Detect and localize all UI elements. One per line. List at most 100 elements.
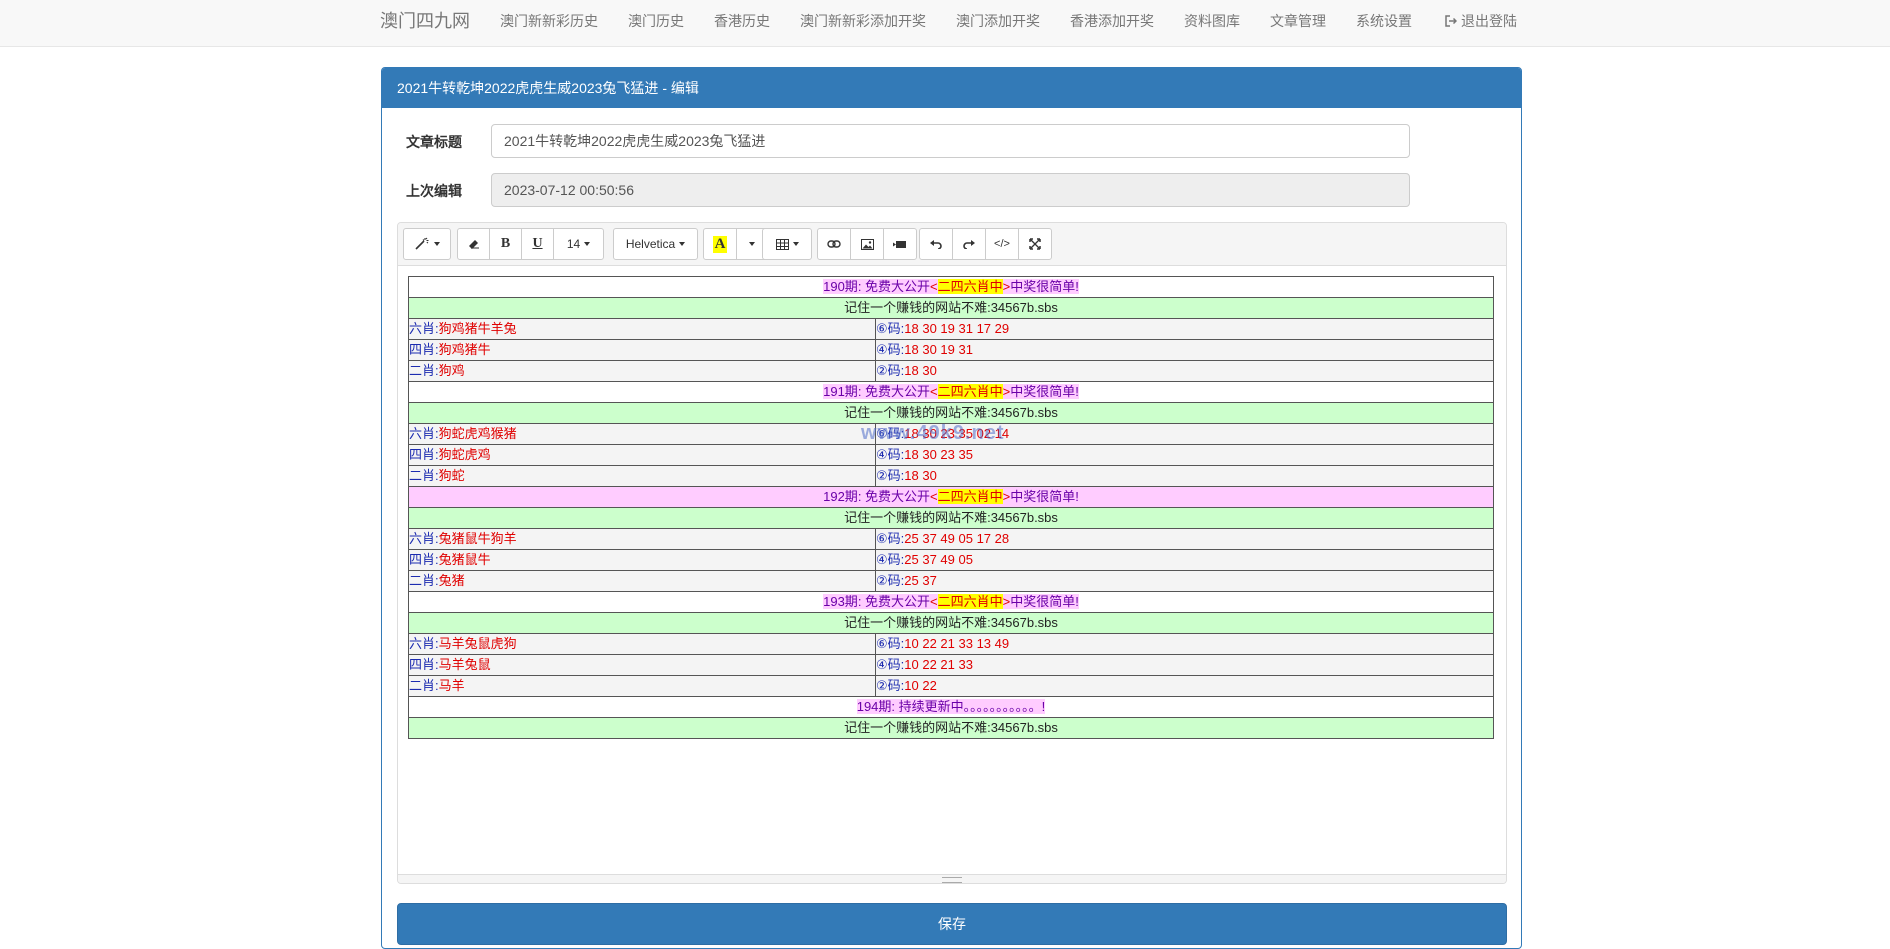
font-size-value: 14 (566, 237, 581, 251)
redo-button[interactable] (952, 228, 986, 260)
prediction-row: 六肖:狗蛇虎鸡猴猪 ⑥码:18 30 23 35 02 14 (408, 423, 1494, 445)
period-header-row: 192期: 免费大公开<二四六肖中>中奖很简单! (408, 486, 1494, 508)
zodiac-animals: 兔猪鼠牛狗羊 (438, 531, 517, 546)
prediction-row: 二肖:狗蛇 ②码:18 30 (408, 465, 1494, 487)
video-icon (893, 240, 906, 248)
code-numbers: 25 37 (904, 573, 937, 588)
period-header-row: 193期: 免费大公开<二四六肖中>中奖很简单! (408, 591, 1494, 613)
fullscreen-icon (1029, 238, 1041, 250)
logout-icon (1445, 15, 1457, 27)
edit-panel: 2021牛转乾坤2022虎虎生威2023兔飞猛进 - 编辑 文章标题 上次编辑 (381, 67, 1522, 949)
period-header-cell: 194期: 持续更新中。。。。。。。。。。。! (408, 696, 1494, 718)
last-edited-field (491, 173, 1410, 207)
fullscreen-button[interactable] (1018, 228, 1052, 260)
count-badge: ⑥ (876, 636, 888, 651)
underline-button[interactable]: U (521, 228, 554, 260)
bold-button[interactable]: B (489, 228, 522, 260)
zodiac-cell: 二肖:狗鸡 (408, 360, 876, 382)
code-label: 码: (887, 657, 905, 672)
zodiac-cell: 六肖:马羊兔鼠虎狗 (408, 633, 876, 655)
zodiac-cell: 四肖:狗鸡猪牛 (408, 339, 876, 361)
numbers-cell: ⑥码:25 37 49 05 17 28 (875, 528, 1494, 550)
code-label: 码: (887, 531, 905, 546)
code-view-button[interactable]: </> (985, 228, 1019, 260)
insert-image-button[interactable] (850, 228, 884, 260)
insert-video-button[interactable] (883, 228, 917, 260)
prediction-row: 四肖:狗鸡猪牛 ④码:18 30 19 31 (408, 339, 1494, 361)
save-button[interactable]: 保存 (397, 903, 1507, 945)
nav-article-manage[interactable]: 文章管理 (1270, 0, 1326, 42)
zodiac-cell: 二肖:马羊 (408, 675, 876, 697)
editor-resize-handle[interactable] (398, 874, 1506, 883)
font-size-dropdown[interactable]: 14 (553, 228, 604, 260)
editor-toolbar: B U 14 Helvetica A </> (398, 223, 1506, 266)
numbers-cell: ②码:25 37 (875, 570, 1494, 592)
forecolor-button[interactable]: A (703, 228, 737, 260)
slogan-cell: 记住一个赚钱的网站不难:34567b.sbs (408, 297, 1494, 319)
code-numbers: 18 30 19 31 17 29 (904, 321, 1010, 336)
zodiac-prefix: 二肖: (409, 678, 439, 693)
code-numbers: 10 22 21 33 13 49 (904, 636, 1010, 651)
top-navbar: 澳门四九网 澳门新新彩历史 澳门历史 香港历史 澳门新新彩添加开奖 澳门添加开奖… (0, 0, 1890, 47)
zodiac-animals: 狗蛇 (438, 468, 465, 483)
period-header-cell: 190期: 免费大公开<二四六肖中>中奖很简单! (408, 276, 1494, 298)
nav-macau-history[interactable]: 澳门历史 (628, 0, 684, 42)
zodiac-prefix: 二肖: (409, 363, 439, 378)
brand-logo[interactable]: 澳门四九网 (380, 0, 470, 42)
code-label: 码: (887, 342, 905, 357)
insert-link-button[interactable] (817, 228, 851, 260)
view-group: </> (919, 228, 1052, 260)
code-numbers: 10 22 21 33 (904, 657, 973, 672)
code-label: 码: (887, 636, 905, 651)
zodiac-prefix: 六肖: (409, 636, 439, 651)
numbers-cell: ④码:18 30 23 35 (875, 444, 1494, 466)
zodiac-animals: 狗蛇虎鸡 (438, 447, 491, 462)
rich-text-editor: B U 14 Helvetica A </> 190期: 免费大公开<二四六肖中… (397, 222, 1507, 884)
header-text: : 免费大公开 (857, 489, 931, 504)
header-tag: 二四六肖中 (937, 594, 1003, 609)
period-header-row: 190期: 免费大公开<二四六肖中>中奖很简单! (408, 276, 1494, 298)
code-label: 码: (887, 321, 905, 336)
style-dropdown-button[interactable] (403, 228, 451, 260)
nav-image-library[interactable]: 资料图库 (1184, 0, 1240, 42)
slogan-row: 记住一个赚钱的网站不难:34567b.sbs (408, 297, 1494, 319)
header-tag: 二四六肖中 (937, 279, 1003, 294)
header-bracket: < (930, 384, 938, 399)
period-header-text: 192期: 免费大公开<二四六肖中>中奖很简单! (823, 489, 1079, 504)
zodiac-animals: 兔猪鼠牛 (438, 552, 491, 567)
header-text: : 免费大公开 (857, 594, 931, 609)
header-text: : 免费大公开 (857, 279, 931, 294)
zodiac-cell: 二肖:兔猪 (408, 570, 876, 592)
zodiac-cell: 六肖:狗蛇虎鸡猴猪 (408, 423, 876, 445)
header-bracket: < (930, 594, 938, 609)
slogan-row: 记住一个赚钱的网站不难:34567b.sbs (408, 717, 1494, 739)
numbers-cell: ⑥码:18 30 23 35 02 14 (875, 423, 1494, 445)
font-name-dropdown[interactable]: Helvetica (613, 228, 698, 260)
zodiac-animals: 狗鸡猪牛 (438, 342, 491, 357)
zodiac-cell: 六肖:兔猪鼠牛狗羊 (408, 528, 876, 550)
undo-button[interactable] (919, 228, 953, 260)
last-edited-label: 上次编辑 (406, 183, 462, 199)
article-title-label: 文章标题 (406, 134, 462, 150)
nav-hongkong-history[interactable]: 香港历史 (714, 0, 770, 42)
code-numbers: 18 30 23 35 02 14 (904, 426, 1010, 441)
period-header-text: 194期: 持续更新中。。。。。。。。。。。! (856, 699, 1046, 714)
period-number: 190期 (823, 279, 858, 294)
table-dropdown-button[interactable] (762, 228, 812, 260)
numbers-cell: ②码:10 22 (875, 675, 1494, 697)
nav-system-settings[interactable]: 系统设置 (1356, 0, 1412, 42)
nav-logout[interactable]: 退出登陆 (1445, 0, 1517, 42)
nav-macau-new-add-draw[interactable]: 澳门新新彩添加开奖 (800, 0, 926, 42)
count-badge: ② (876, 468, 888, 483)
clear-format-button[interactable] (457, 228, 490, 260)
article-title-input[interactable] (491, 124, 1410, 158)
slogan-row: 记住一个赚钱的网站不难:34567b.sbs (408, 402, 1494, 424)
slogan-cell: 记住一个赚钱的网站不难:34567b.sbs (408, 612, 1494, 634)
chevron-down-icon (749, 242, 755, 246)
code-numbers: 18 30 19 31 (904, 342, 973, 357)
nav-hongkong-add-draw[interactable]: 香港添加开奖 (1070, 0, 1154, 42)
nav-macau-new-history[interactable]: 澳门新新彩历史 (500, 0, 598, 42)
numbers-cell: ④码:25 37 49 05 (875, 549, 1494, 571)
editor-content-area[interactable]: 190期: 免费大公开<二四六肖中>中奖很简单! 记住一个赚钱的网站不难:3456… (398, 266, 1506, 876)
nav-macau-add-draw[interactable]: 澳门添加开奖 (956, 0, 1040, 42)
